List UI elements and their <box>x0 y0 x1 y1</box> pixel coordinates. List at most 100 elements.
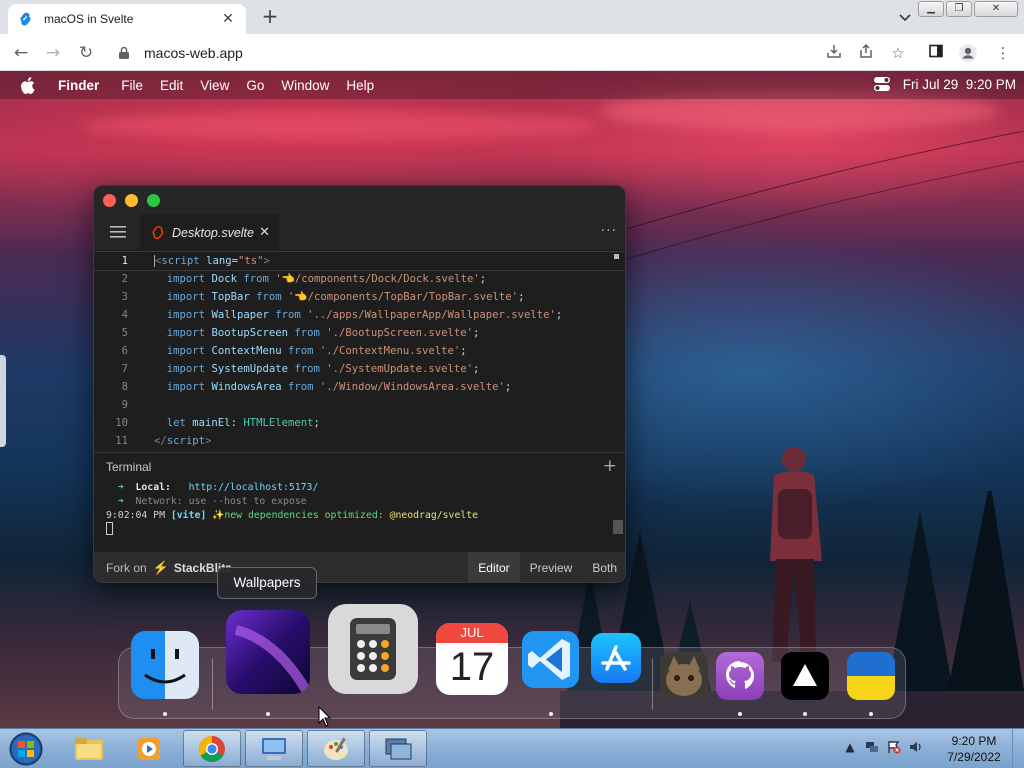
menu-view[interactable]: View <box>200 78 229 93</box>
dock-calendar-icon[interactable]: JUL 17 <box>436 623 508 695</box>
chrome-icon <box>198 735 225 762</box>
code-line[interactable]: 11 </script> <box>94 432 625 450</box>
menu-go[interactable]: Go <box>246 78 264 93</box>
line-number: 1 <box>121 255 128 267</box>
stackblitz-bolt-icon: ⚡ <box>152 560 169 575</box>
browser-tab-active[interactable]: macOS in Svelte ✕ <box>8 4 246 34</box>
minimize-window-button[interactable]: ▁ <box>918 1 944 17</box>
editor-file-tab[interactable]: Desktop.svelte ✕ <box>140 214 278 251</box>
menu-app-finder[interactable]: Finder <box>58 78 99 93</box>
code-line[interactable]: 3 import TopBar from '👈/components/TopBa… <box>94 288 625 306</box>
code-line[interactable]: 10 let mainEl: HTMLElement; <box>94 414 625 432</box>
browser-menu-kebab-icon[interactable]: ⋮ <box>993 43 1013 63</box>
dock-tooltip: Wallpapers <box>217 567 317 599</box>
close-tab-icon[interactable]: ✕ <box>220 11 236 27</box>
view-editor-button[interactable]: Editor <box>468 552 520 582</box>
dock-vercel-icon[interactable] <box>781 652 829 700</box>
code-line[interactable]: 7 import SystemUpdate from './SystemUpda… <box>94 360 625 378</box>
address-bar[interactable]: macos-web.app <box>104 38 920 67</box>
zoom-traffic-light-button[interactable] <box>147 194 160 207</box>
macos-menubar: Finder File Edit View Go Window Help Fri… <box>0 71 1024 99</box>
line-number: 10 <box>115 417 128 429</box>
bookmark-star-icon[interactable]: ☆ <box>888 43 908 63</box>
view-both-button[interactable]: Both <box>582 552 625 582</box>
close-window-button[interactable]: ✕ <box>974 1 1018 17</box>
restore-window-button[interactable]: ❐ <box>946 1 972 17</box>
code-line[interactable]: 6 import ContextMenu from './ContextMenu… <box>94 342 625 360</box>
running-indicator <box>163 712 167 716</box>
dock-app-store-icon[interactable] <box>591 633 641 683</box>
taskbar-file-explorer-button[interactable] <box>60 730 118 767</box>
dock-calculator-icon[interactable] <box>328 604 418 694</box>
code-line[interactable]: 5 import BootupScreen from './BootupScre… <box>94 324 625 342</box>
windows-start-button[interactable] <box>6 730 46 768</box>
code-text: import TopBar from '👈/components/TopBar/… <box>166 291 525 303</box>
code-line[interactable]: 4 import Wallpaper from '../apps/Wallpap… <box>94 306 625 324</box>
reload-icon[interactable]: ↻ <box>75 42 97 64</box>
hamburger-menu-icon[interactable] <box>110 225 126 239</box>
taskbar-paint-button[interactable] <box>307 730 365 767</box>
window-titlebar[interactable] <box>94 186 625 214</box>
dock-ukraine-flag-icon[interactable] <box>847 652 895 700</box>
close-traffic-light-button[interactable] <box>103 194 116 207</box>
dock-vscode-icon[interactable] <box>522 631 579 688</box>
dock-cat-icon[interactable] <box>660 652 708 700</box>
new-terminal-plus-icon[interactable]: + <box>603 456 617 476</box>
left-edge-panel[interactable] <box>0 355 6 447</box>
show-desktop-button[interactable] <box>1012 729 1024 768</box>
control-center-icon[interactable] <box>873 76 891 92</box>
code-editor[interactable]: 1 <script lang="ts"> 2 import Dock from '👈… <box>94 251 625 451</box>
code-line[interactable]: 2 import Dock from '👈/components/Dock/Do… <box>94 270 625 288</box>
view-preview-button[interactable]: Preview <box>520 552 583 582</box>
code-line[interactable]: 8 import WindowsArea from './Window/Wind… <box>94 378 625 396</box>
taskbar-window-switcher-button[interactable] <box>369 730 427 767</box>
code-line[interactable]: 1 <script lang="ts"> <box>94 251 625 271</box>
line-number: 9 <box>121 399 128 411</box>
code-text: import ContextMenu from './ContextMenu.s… <box>166 345 467 357</box>
new-tab-button[interactable]: + <box>260 6 280 26</box>
tab-search-chevron-icon[interactable] <box>896 8 914 26</box>
line-number: 3 <box>121 291 128 303</box>
close-file-tab-icon[interactable]: ✕ <box>259 225 270 240</box>
code-text: import Wallpaper from '../apps/Wallpaper… <box>166 309 563 321</box>
line-number: 6 <box>121 345 128 357</box>
more-options-icon[interactable]: ··· <box>601 223 617 239</box>
dock-finder-icon[interactable] <box>131 631 199 699</box>
line-number: 5 <box>121 327 128 339</box>
side-panel-icon[interactable] <box>926 43 946 63</box>
dock-wallpapers-icon[interactable] <box>226 610 310 694</box>
mouse-cursor-icon <box>318 706 332 727</box>
browser-toolbar: ← → ↻ macos-web.app ☆ ⋮ <box>0 34 1024 71</box>
terminal-panel: Terminal + ➜ Local: http://localhost:517… <box>94 452 625 552</box>
install-app-icon[interactable] <box>824 43 844 63</box>
code-text: import BootupScreen from './BootupScreen… <box>166 327 480 339</box>
taskbar-clock[interactable]: 9:20 PM 7/29/2022 <box>938 733 1010 765</box>
fork-on-stackblitz-link[interactable]: Fork on ⚡ StackBlitz <box>106 560 231 576</box>
taskbar-chrome-button[interactable] <box>183 730 241 767</box>
show-hidden-icons-icon[interactable]: ▲ <box>842 739 858 755</box>
menu-edit[interactable]: Edit <box>160 78 183 93</box>
menu-help[interactable]: Help <box>346 78 374 93</box>
code-text: let mainEl: HTMLElement; <box>166 417 320 429</box>
menu-file[interactable]: File <box>121 78 143 93</box>
back-arrow-icon[interactable]: ← <box>10 42 32 64</box>
line-number: 4 <box>121 309 128 321</box>
volume-speaker-icon[interactable] <box>908 739 924 755</box>
menu-window[interactable]: Window <box>281 78 329 93</box>
forward-arrow-icon[interactable]: → <box>42 42 64 64</box>
minimize-traffic-light-button[interactable] <box>125 194 138 207</box>
menubar-clock[interactable]: Fri Jul 29 9:20 PM <box>903 77 1016 92</box>
taskbar-media-player-button[interactable] <box>120 730 178 767</box>
terminal-scrollbar[interactable] <box>613 520 623 534</box>
system-tray: ▲ <box>842 739 924 755</box>
terminal-cursor[interactable] <box>106 522 113 535</box>
action-center-flag-icon[interactable] <box>886 739 902 755</box>
dock-github-icon[interactable] <box>716 652 764 700</box>
fork-label: Fork on <box>106 561 147 575</box>
apple-logo-icon[interactable] <box>20 76 38 94</box>
share-icon[interactable] <box>856 43 876 63</box>
taskbar-remote-desktop-button[interactable] <box>245 730 303 767</box>
code-line[interactable]: 9 <box>94 396 625 414</box>
network-icon[interactable] <box>864 739 880 755</box>
profile-avatar-icon[interactable] <box>958 43 978 63</box>
